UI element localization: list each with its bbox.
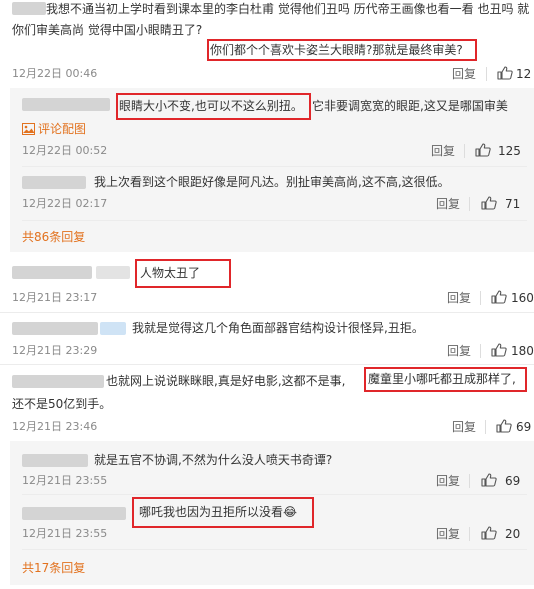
- avatar-username-blurred[interactable]: [22, 98, 110, 111]
- timestamp: 12月22日 00:52: [22, 144, 108, 157]
- thumbs-up-icon[interactable]: [491, 290, 507, 304]
- image-icon: [22, 123, 35, 135]
- vip-badge-icon: [96, 266, 130, 279]
- reply-button[interactable]: 回复: [436, 527, 460, 541]
- like-count: 12: [516, 67, 532, 81]
- avatar-username-blurred[interactable]: [22, 176, 86, 189]
- like-count: 71: [505, 197, 521, 211]
- timestamp: 12月21日 23:46: [12, 420, 98, 433]
- timestamp: 12月22日 02:17: [22, 197, 108, 210]
- divider: [480, 344, 481, 358]
- divider: [22, 166, 527, 167]
- reply-button[interactable]: 回复: [436, 474, 460, 488]
- thumbs-up-icon[interactable]: [481, 473, 497, 487]
- avatar-username-blurred[interactable]: [12, 266, 92, 279]
- thumbs-up-icon[interactable]: [481, 526, 497, 540]
- thumbs-up-icon[interactable]: [497, 66, 513, 80]
- thumbs-up-icon[interactable]: [491, 343, 507, 357]
- more-replies-link[interactable]: 共86条回复: [22, 230, 85, 244]
- divider: [22, 549, 527, 550]
- like-count: 160: [511, 291, 534, 305]
- reply-text: 就是五官不协调,不然为什么没人喷天书奇谭?: [94, 453, 333, 467]
- reply-text: 我上次看到这个眼距好像是阿凡达。别扯审美高尚,这不高,这很低。: [94, 175, 450, 189]
- like-count: 180: [511, 344, 534, 358]
- divider: [464, 144, 465, 158]
- divider: [22, 220, 527, 221]
- timestamp: 12月22日 00:46: [12, 67, 98, 80]
- avatar-username-blurred[interactable]: [22, 454, 88, 467]
- comment-text: 也就网上说说眯眯眼,真是好电影,这都不是事,: [106, 374, 346, 388]
- avatar-username-blurred[interactable]: [12, 2, 46, 15]
- comment-text: 你们审美高尚 觉得中国小眼睛丑了?: [12, 23, 203, 37]
- thumbs-up-icon[interactable]: [475, 143, 491, 157]
- comment-text-highlighted: 魔童里小哪吒都丑成那样了,: [368, 372, 516, 386]
- thumbs-up-icon[interactable]: [481, 196, 497, 210]
- comment-text: 还不是50亿到手。: [12, 397, 112, 411]
- like-count: 125: [498, 144, 521, 158]
- reply-button[interactable]: 回复: [431, 144, 455, 158]
- avatar-username-blurred[interactable]: [12, 322, 98, 335]
- reply-text-highlighted: 哪吒我也因为丑拒所以没看😂: [139, 505, 298, 519]
- divider: [469, 474, 470, 488]
- comment-text: 我想不通当初上学时看到课本里的李白杜甫 觉得他们丑吗 历代帝王画像也看一看 也丑…: [46, 2, 530, 16]
- divider: [0, 312, 534, 313]
- divider: [469, 197, 470, 211]
- thumbs-up-icon[interactable]: [496, 419, 512, 433]
- timestamp: 12月21日 23:55: [22, 527, 108, 540]
- divider: [0, 364, 534, 365]
- like-count: 20: [505, 527, 521, 541]
- timestamp: 12月21日 23:17: [12, 291, 98, 304]
- comment-text-highlighted: 你们都个个喜欢卡姿兰大眼睛?那就是最终审美?: [210, 43, 463, 57]
- reply-button[interactable]: 回复: [452, 420, 476, 434]
- divider: [485, 420, 486, 434]
- divider: [469, 527, 470, 541]
- comment-text-highlighted: 人物太丑了: [140, 266, 201, 280]
- reply-text-highlighted: 眼睛大小不变,也可以不这么别扭。: [119, 99, 303, 113]
- like-count: 69: [505, 474, 521, 488]
- vip-badge-icon: [100, 322, 126, 335]
- avatar-username-blurred[interactable]: [22, 507, 126, 520]
- timestamp: 12月21日 23:29: [12, 344, 98, 357]
- divider: [486, 67, 487, 81]
- reply-button[interactable]: 回复: [452, 67, 476, 81]
- reply-button[interactable]: 回复: [436, 197, 460, 211]
- avatar-username-blurred[interactable]: [12, 375, 104, 388]
- timestamp: 12月21日 23:55: [22, 474, 108, 487]
- comment-image-link[interactable]: 评论配图: [38, 122, 86, 136]
- divider: [22, 494, 527, 495]
- more-replies-link[interactable]: 共17条回复: [22, 561, 85, 575]
- reply-button[interactable]: 回复: [447, 291, 471, 305]
- reply-button[interactable]: 回复: [447, 344, 471, 358]
- divider: [480, 291, 481, 305]
- comment-text: 我就是觉得这几个角色面部器官结构设计很怪异,丑拒。: [132, 321, 424, 335]
- like-count: 69: [516, 420, 532, 434]
- reply-text: 它非要调宽宽的眼距,这又是哪国审美: [312, 99, 508, 113]
